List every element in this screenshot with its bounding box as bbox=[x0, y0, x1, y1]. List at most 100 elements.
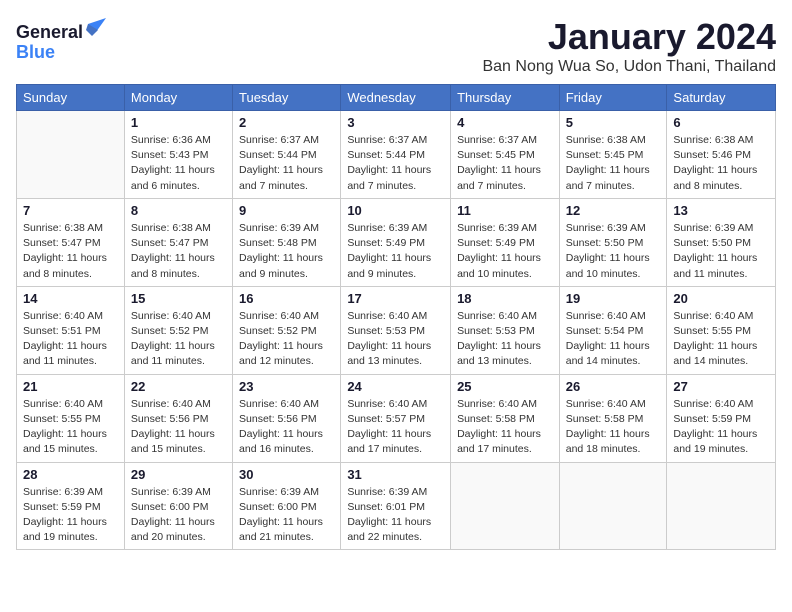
day-number: 11 bbox=[457, 203, 553, 218]
day-cell: 8Sunrise: 6:38 AMSunset: 5:47 PMDaylight… bbox=[124, 198, 232, 286]
day-cell: 6Sunrise: 6:38 AMSunset: 5:46 PMDaylight… bbox=[667, 111, 776, 199]
day-cell: 9 Sunrise: 6:39 AMSunset: 5:48 PMDaylight… bbox=[233, 198, 341, 286]
day-cell bbox=[17, 111, 125, 199]
calendar-subtitle: Ban Nong Wua So, Udon Thani, Thailand bbox=[482, 58, 776, 76]
week-row-3: 21Sunrise: 6:40 AMSunset: 5:55 PMDayligh… bbox=[17, 374, 776, 462]
header-cell-thursday: Thursday bbox=[451, 85, 560, 111]
day-number: 23 bbox=[239, 379, 334, 394]
calendar-body: 1 Sunrise: 6:36 AMSunset: 5:43 PMDaylight… bbox=[17, 111, 776, 550]
header-cell-saturday: Saturday bbox=[667, 85, 776, 111]
day-cell: 20Sunrise: 6:40 AMSunset: 5:55 PMDayligh… bbox=[667, 286, 776, 374]
day-cell: 23 Sunrise: 6:40 AMSunset: 5:56 PMDayligh… bbox=[233, 374, 341, 462]
svg-text:Blue: Blue bbox=[16, 42, 55, 62]
day-number: 7 bbox=[23, 203, 118, 218]
header-cell-monday: Monday bbox=[124, 85, 232, 111]
day-info: Sunrise: 6:39 AMSunset: 6:01 PMDaylight:… bbox=[347, 485, 444, 546]
title-area: January 2024 Ban Nong Wua So, Udon Thani… bbox=[482, 16, 776, 76]
day-info: Sunrise: 6:40 AMSunset: 5:51 PMDaylight:… bbox=[23, 309, 118, 370]
day-cell: 28 Sunrise: 6:39 AMSunset: 5:59 PMDayligh… bbox=[17, 462, 125, 550]
day-info: Sunrise: 6:37 AMSunset: 5:44 PMDaylight:… bbox=[239, 133, 334, 194]
day-info: Sunrise: 6:36 AMSunset: 5:43 PMDaylight:… bbox=[131, 133, 226, 194]
day-number: 14 bbox=[23, 291, 118, 306]
day-info: Sunrise: 6:39 AMSunset: 5:48 PMDaylight:… bbox=[239, 221, 334, 282]
day-info: Sunrise: 6:38 AMSunset: 5:47 PMDaylight:… bbox=[131, 221, 226, 282]
calendar-table: SundayMondayTuesdayWednesdayThursdayFrid… bbox=[16, 84, 776, 550]
logo: General Blue bbox=[16, 16, 106, 66]
day-cell: 30 Sunrise: 6:39 AMSunset: 6:00 PMDayligh… bbox=[233, 462, 341, 550]
day-number: 5 bbox=[566, 115, 661, 130]
day-number: 4 bbox=[457, 115, 553, 130]
logo-icon: General Blue bbox=[16, 16, 106, 66]
day-cell: 1 Sunrise: 6:36 AMSunset: 5:43 PMDaylight… bbox=[124, 111, 232, 199]
day-info: Sunrise: 6:37 AMSunset: 5:44 PMDaylight:… bbox=[347, 133, 444, 194]
day-number: 27 bbox=[673, 379, 769, 394]
header-cell-friday: Friday bbox=[559, 85, 667, 111]
day-number: 16 bbox=[239, 291, 334, 306]
day-number: 31 bbox=[347, 467, 444, 482]
day-cell: 25Sunrise: 6:40 AMSunset: 5:58 PMDayligh… bbox=[451, 374, 560, 462]
week-row-1: 7 Sunrise: 6:38 AMSunset: 5:47 PMDaylight… bbox=[17, 198, 776, 286]
svg-text:General: General bbox=[16, 22, 83, 42]
calendar-header: SundayMondayTuesdayWednesdayThursdayFrid… bbox=[17, 85, 776, 111]
day-cell: 15 Sunrise: 6:40 AMSunset: 5:52 PMDayligh… bbox=[124, 286, 232, 374]
day-cell: 21Sunrise: 6:40 AMSunset: 5:55 PMDayligh… bbox=[17, 374, 125, 462]
day-number: 9 bbox=[239, 203, 334, 218]
day-number: 26 bbox=[566, 379, 661, 394]
header-cell-sunday: Sunday bbox=[17, 85, 125, 111]
day-number: 30 bbox=[239, 467, 334, 482]
day-number: 28 bbox=[23, 467, 118, 482]
day-cell bbox=[451, 462, 560, 550]
day-cell: 27 Sunrise: 6:40 AMSunset: 5:59 PMDayligh… bbox=[667, 374, 776, 462]
day-cell bbox=[559, 462, 667, 550]
day-number: 13 bbox=[673, 203, 769, 218]
week-row-2: 14 Sunrise: 6:40 AMSunset: 5:51 PMDayligh… bbox=[17, 286, 776, 374]
day-info: Sunrise: 6:40 AMSunset: 5:58 PMDaylight:… bbox=[457, 397, 553, 458]
day-cell bbox=[667, 462, 776, 550]
header-row: SundayMondayTuesdayWednesdayThursdayFrid… bbox=[17, 85, 776, 111]
day-cell: 5Sunrise: 6:38 AMSunset: 5:45 PMDaylight… bbox=[559, 111, 667, 199]
header-cell-wednesday: Wednesday bbox=[341, 85, 451, 111]
day-cell: 18Sunrise: 6:40 AMSunset: 5:53 PMDayligh… bbox=[451, 286, 560, 374]
day-number: 12 bbox=[566, 203, 661, 218]
day-cell: 31 Sunrise: 6:39 AMSunset: 6:01 PMDayligh… bbox=[341, 462, 451, 550]
header: General Blue January 2024 Ban Nong Wua S… bbox=[16, 16, 776, 76]
day-info: Sunrise: 6:40 AMSunset: 5:57 PMDaylight:… bbox=[347, 397, 444, 458]
day-info: Sunrise: 6:39 AMSunset: 6:00 PMDaylight:… bbox=[239, 485, 334, 546]
day-cell: 4 Sunrise: 6:37 AMSunset: 5:45 PMDaylight… bbox=[451, 111, 560, 199]
day-info: Sunrise: 6:39 AMSunset: 5:59 PMDaylight:… bbox=[23, 485, 118, 546]
day-number: 15 bbox=[131, 291, 226, 306]
day-number: 18 bbox=[457, 291, 553, 306]
header-cell-tuesday: Tuesday bbox=[233, 85, 341, 111]
day-cell: 7 Sunrise: 6:38 AMSunset: 5:47 PMDaylight… bbox=[17, 198, 125, 286]
day-number: 19 bbox=[566, 291, 661, 306]
day-cell: 29Sunrise: 6:39 AMSunset: 6:00 PMDayligh… bbox=[124, 462, 232, 550]
day-info: Sunrise: 6:37 AMSunset: 5:45 PMDaylight:… bbox=[457, 133, 553, 194]
day-info: Sunrise: 6:40 AMSunset: 5:55 PMDaylight:… bbox=[673, 309, 769, 370]
day-info: Sunrise: 6:40 AMSunset: 5:52 PMDaylight:… bbox=[239, 309, 334, 370]
day-number: 22 bbox=[131, 379, 226, 394]
day-number: 3 bbox=[347, 115, 444, 130]
day-info: Sunrise: 6:40 AMSunset: 5:53 PMDaylight:… bbox=[347, 309, 444, 370]
day-info: Sunrise: 6:39 AMSunset: 5:50 PMDaylight:… bbox=[566, 221, 661, 282]
day-cell: 19 Sunrise: 6:40 AMSunset: 5:54 PMDayligh… bbox=[559, 286, 667, 374]
day-info: Sunrise: 6:40 AMSunset: 5:54 PMDaylight:… bbox=[566, 309, 661, 370]
day-cell: 3 Sunrise: 6:37 AMSunset: 5:44 PMDaylight… bbox=[341, 111, 451, 199]
day-number: 10 bbox=[347, 203, 444, 218]
day-info: Sunrise: 6:39 AMSunset: 5:50 PMDaylight:… bbox=[673, 221, 769, 282]
day-info: Sunrise: 6:40 AMSunset: 5:59 PMDaylight:… bbox=[673, 397, 769, 458]
day-cell: 2Sunrise: 6:37 AMSunset: 5:44 PMDaylight… bbox=[233, 111, 341, 199]
day-info: Sunrise: 6:40 AMSunset: 5:56 PMDaylight:… bbox=[239, 397, 334, 458]
day-cell: 17 Sunrise: 6:40 AMSunset: 5:53 PMDayligh… bbox=[341, 286, 451, 374]
day-number: 1 bbox=[131, 115, 226, 130]
day-info: Sunrise: 6:38 AMSunset: 5:47 PMDaylight:… bbox=[23, 221, 118, 282]
day-info: Sunrise: 6:38 AMSunset: 5:46 PMDaylight:… bbox=[673, 133, 769, 194]
day-number: 17 bbox=[347, 291, 444, 306]
week-row-4: 28 Sunrise: 6:39 AMSunset: 5:59 PMDayligh… bbox=[17, 462, 776, 550]
day-info: Sunrise: 6:40 AMSunset: 5:52 PMDaylight:… bbox=[131, 309, 226, 370]
day-cell: 12 Sunrise: 6:39 AMSunset: 5:50 PMDayligh… bbox=[559, 198, 667, 286]
day-info: Sunrise: 6:39 AMSunset: 5:49 PMDaylight:… bbox=[457, 221, 553, 282]
day-cell: 13 Sunrise: 6:39 AMSunset: 5:50 PMDayligh… bbox=[667, 198, 776, 286]
day-cell: 11 Sunrise: 6:39 AMSunset: 5:49 PMDayligh… bbox=[451, 198, 560, 286]
day-number: 29 bbox=[131, 467, 226, 482]
calendar-title: January 2024 bbox=[482, 16, 776, 58]
